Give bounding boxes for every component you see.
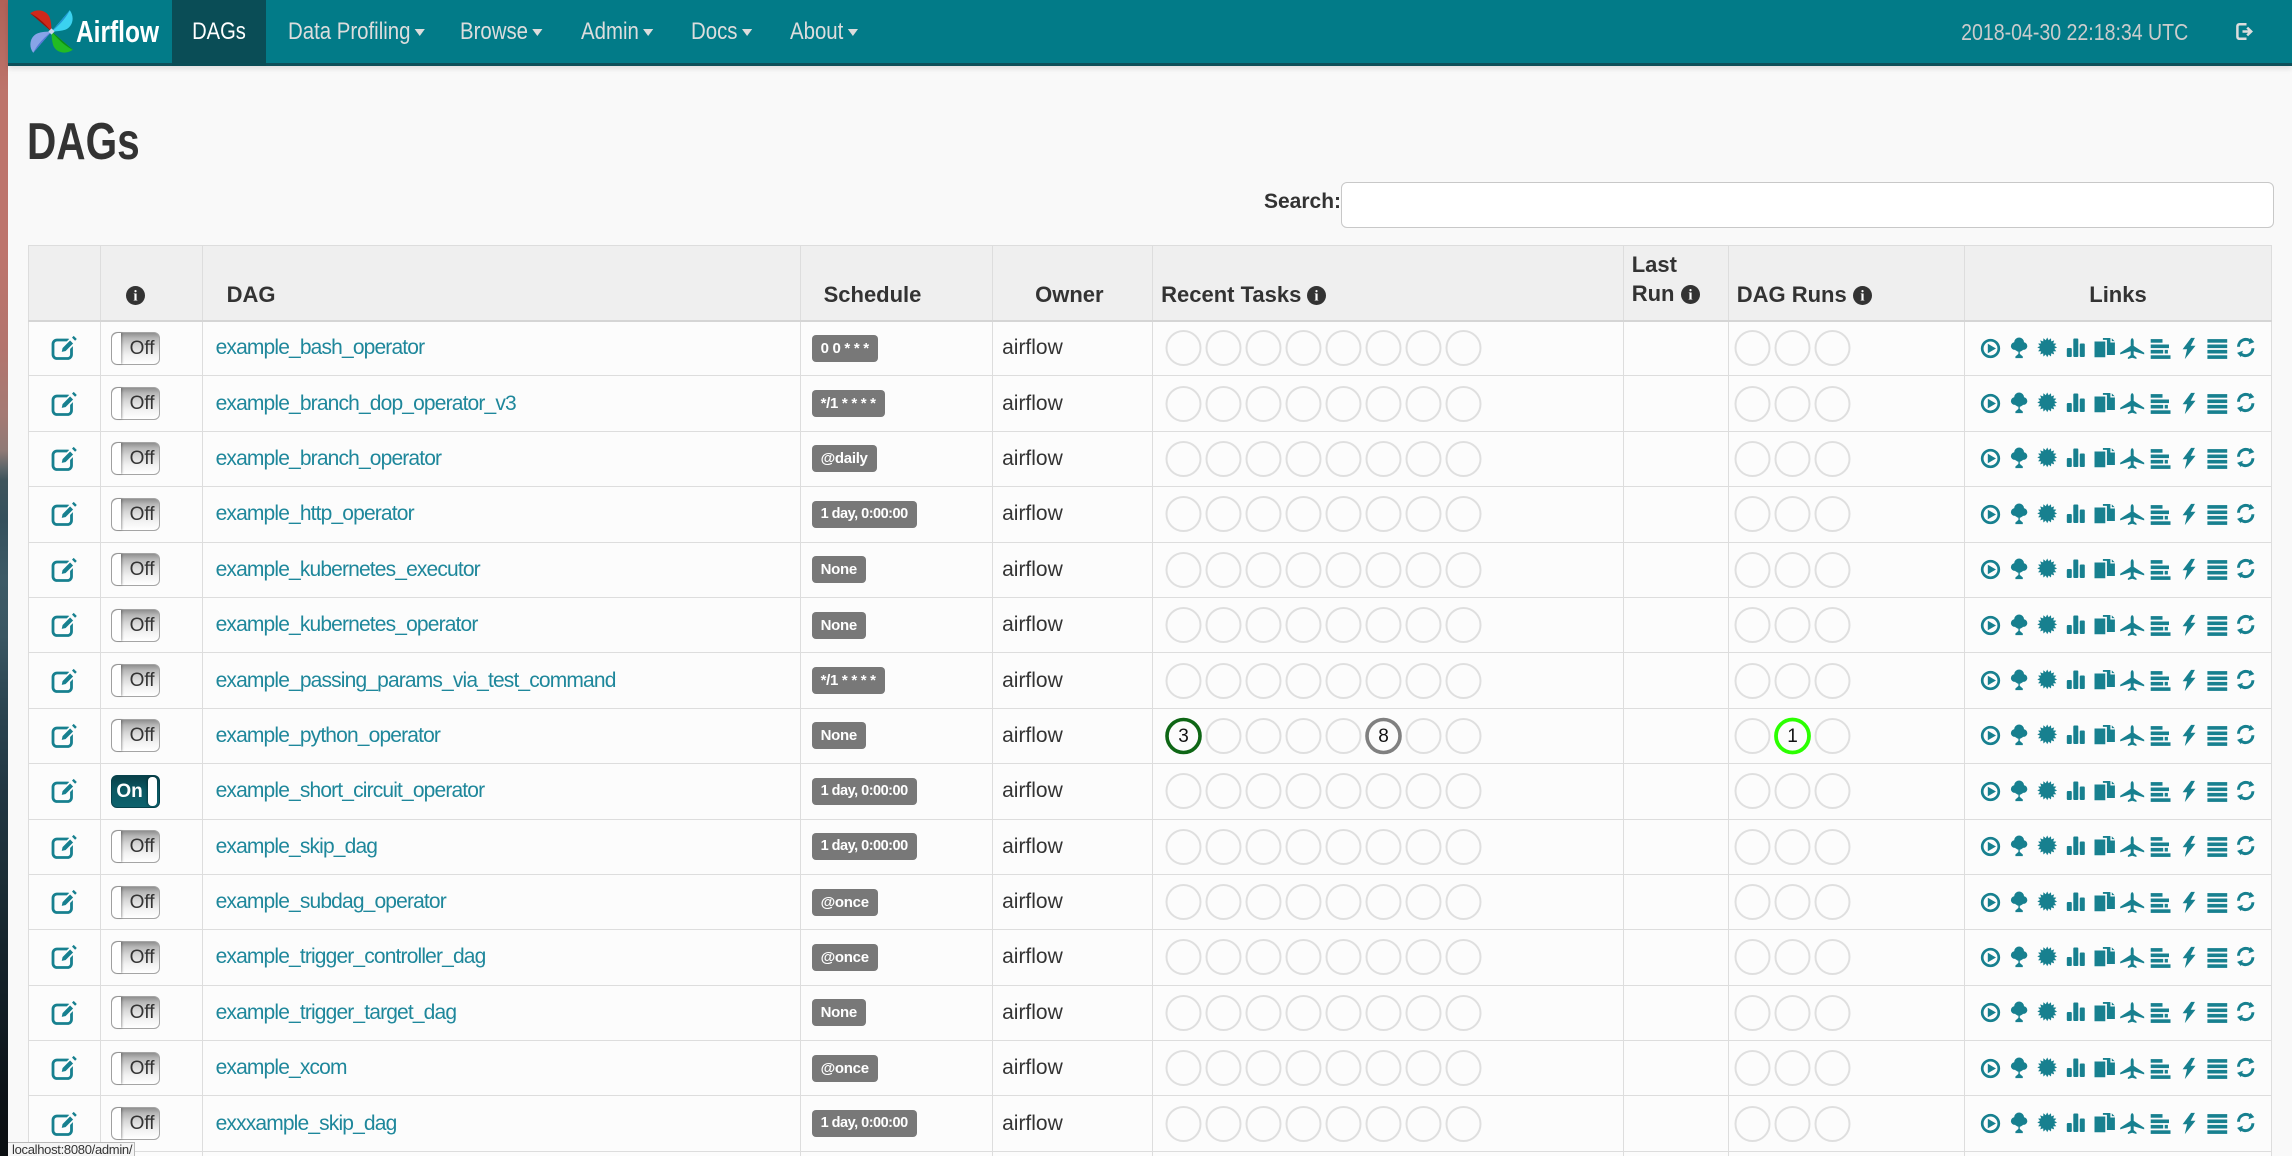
- svg-text:3: 3: [1178, 726, 1189, 747]
- svg-text:8: 8: [1378, 726, 1389, 747]
- svg-text:1: 1: [1787, 726, 1798, 747]
